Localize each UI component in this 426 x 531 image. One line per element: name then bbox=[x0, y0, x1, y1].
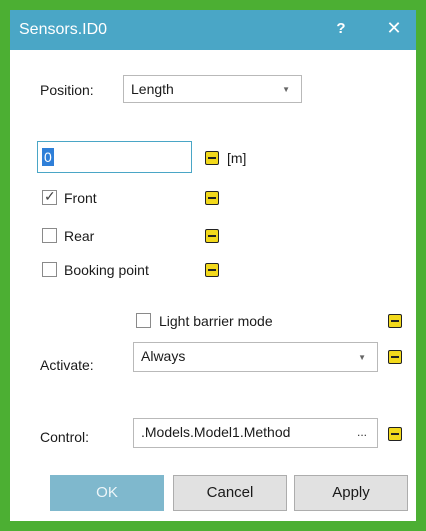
minus-icon[interactable] bbox=[388, 350, 402, 364]
activate-label: Activate: bbox=[40, 357, 94, 373]
minus-icon[interactable] bbox=[205, 229, 219, 243]
title-bar: Sensors.ID0 ? ✕ bbox=[10, 10, 416, 50]
window-title: Sensors.ID0 bbox=[19, 21, 108, 38]
minus-icon[interactable] bbox=[388, 427, 402, 441]
booking-point-label: Booking point bbox=[64, 262, 149, 278]
length-value-text: 0 bbox=[42, 148, 54, 166]
minus-icon[interactable] bbox=[205, 263, 219, 277]
booking-point-checkbox[interactable] bbox=[42, 262, 57, 277]
chevron-down-icon: ▼ bbox=[282, 85, 290, 94]
check-icon: ✓ bbox=[44, 188, 56, 204]
rear-label: Rear bbox=[64, 228, 95, 244]
minus-icon[interactable] bbox=[205, 191, 219, 205]
apply-button[interactable]: Apply bbox=[294, 475, 408, 511]
control-method-value: .Models.Model1.Method bbox=[141, 424, 291, 440]
ok-button[interactable]: OK bbox=[50, 475, 164, 511]
control-label: Control: bbox=[40, 429, 90, 445]
light-barrier-checkbox[interactable] bbox=[136, 313, 151, 328]
light-barrier-label: Light barrier mode bbox=[159, 313, 273, 329]
minus-icon[interactable] bbox=[388, 314, 402, 328]
help-button[interactable]: ? bbox=[333, 20, 349, 37]
cancel-button[interactable]: Cancel bbox=[173, 475, 287, 511]
position-selected-value: Length bbox=[131, 81, 174, 97]
rear-checkbox[interactable] bbox=[42, 228, 57, 243]
front-checkbox[interactable]: ✓ bbox=[42, 188, 57, 205]
control-method-field[interactable]: .Models.Model1.Method ... bbox=[133, 418, 378, 448]
close-button[interactable]: ✕ bbox=[384, 18, 404, 39]
minus-icon[interactable] bbox=[205, 151, 219, 165]
unit-label: [m] bbox=[227, 150, 247, 166]
front-label: Front bbox=[64, 190, 97, 206]
activate-select[interactable]: Always ▼ bbox=[133, 342, 378, 372]
position-select[interactable]: Length ▼ bbox=[123, 75, 302, 103]
activate-selected-value: Always bbox=[141, 348, 186, 364]
length-value-input[interactable]: 0 bbox=[37, 141, 192, 173]
browse-button[interactable]: ... bbox=[357, 425, 367, 439]
position-label: Position: bbox=[40, 82, 94, 98]
chevron-down-icon: ▼ bbox=[358, 353, 366, 362]
